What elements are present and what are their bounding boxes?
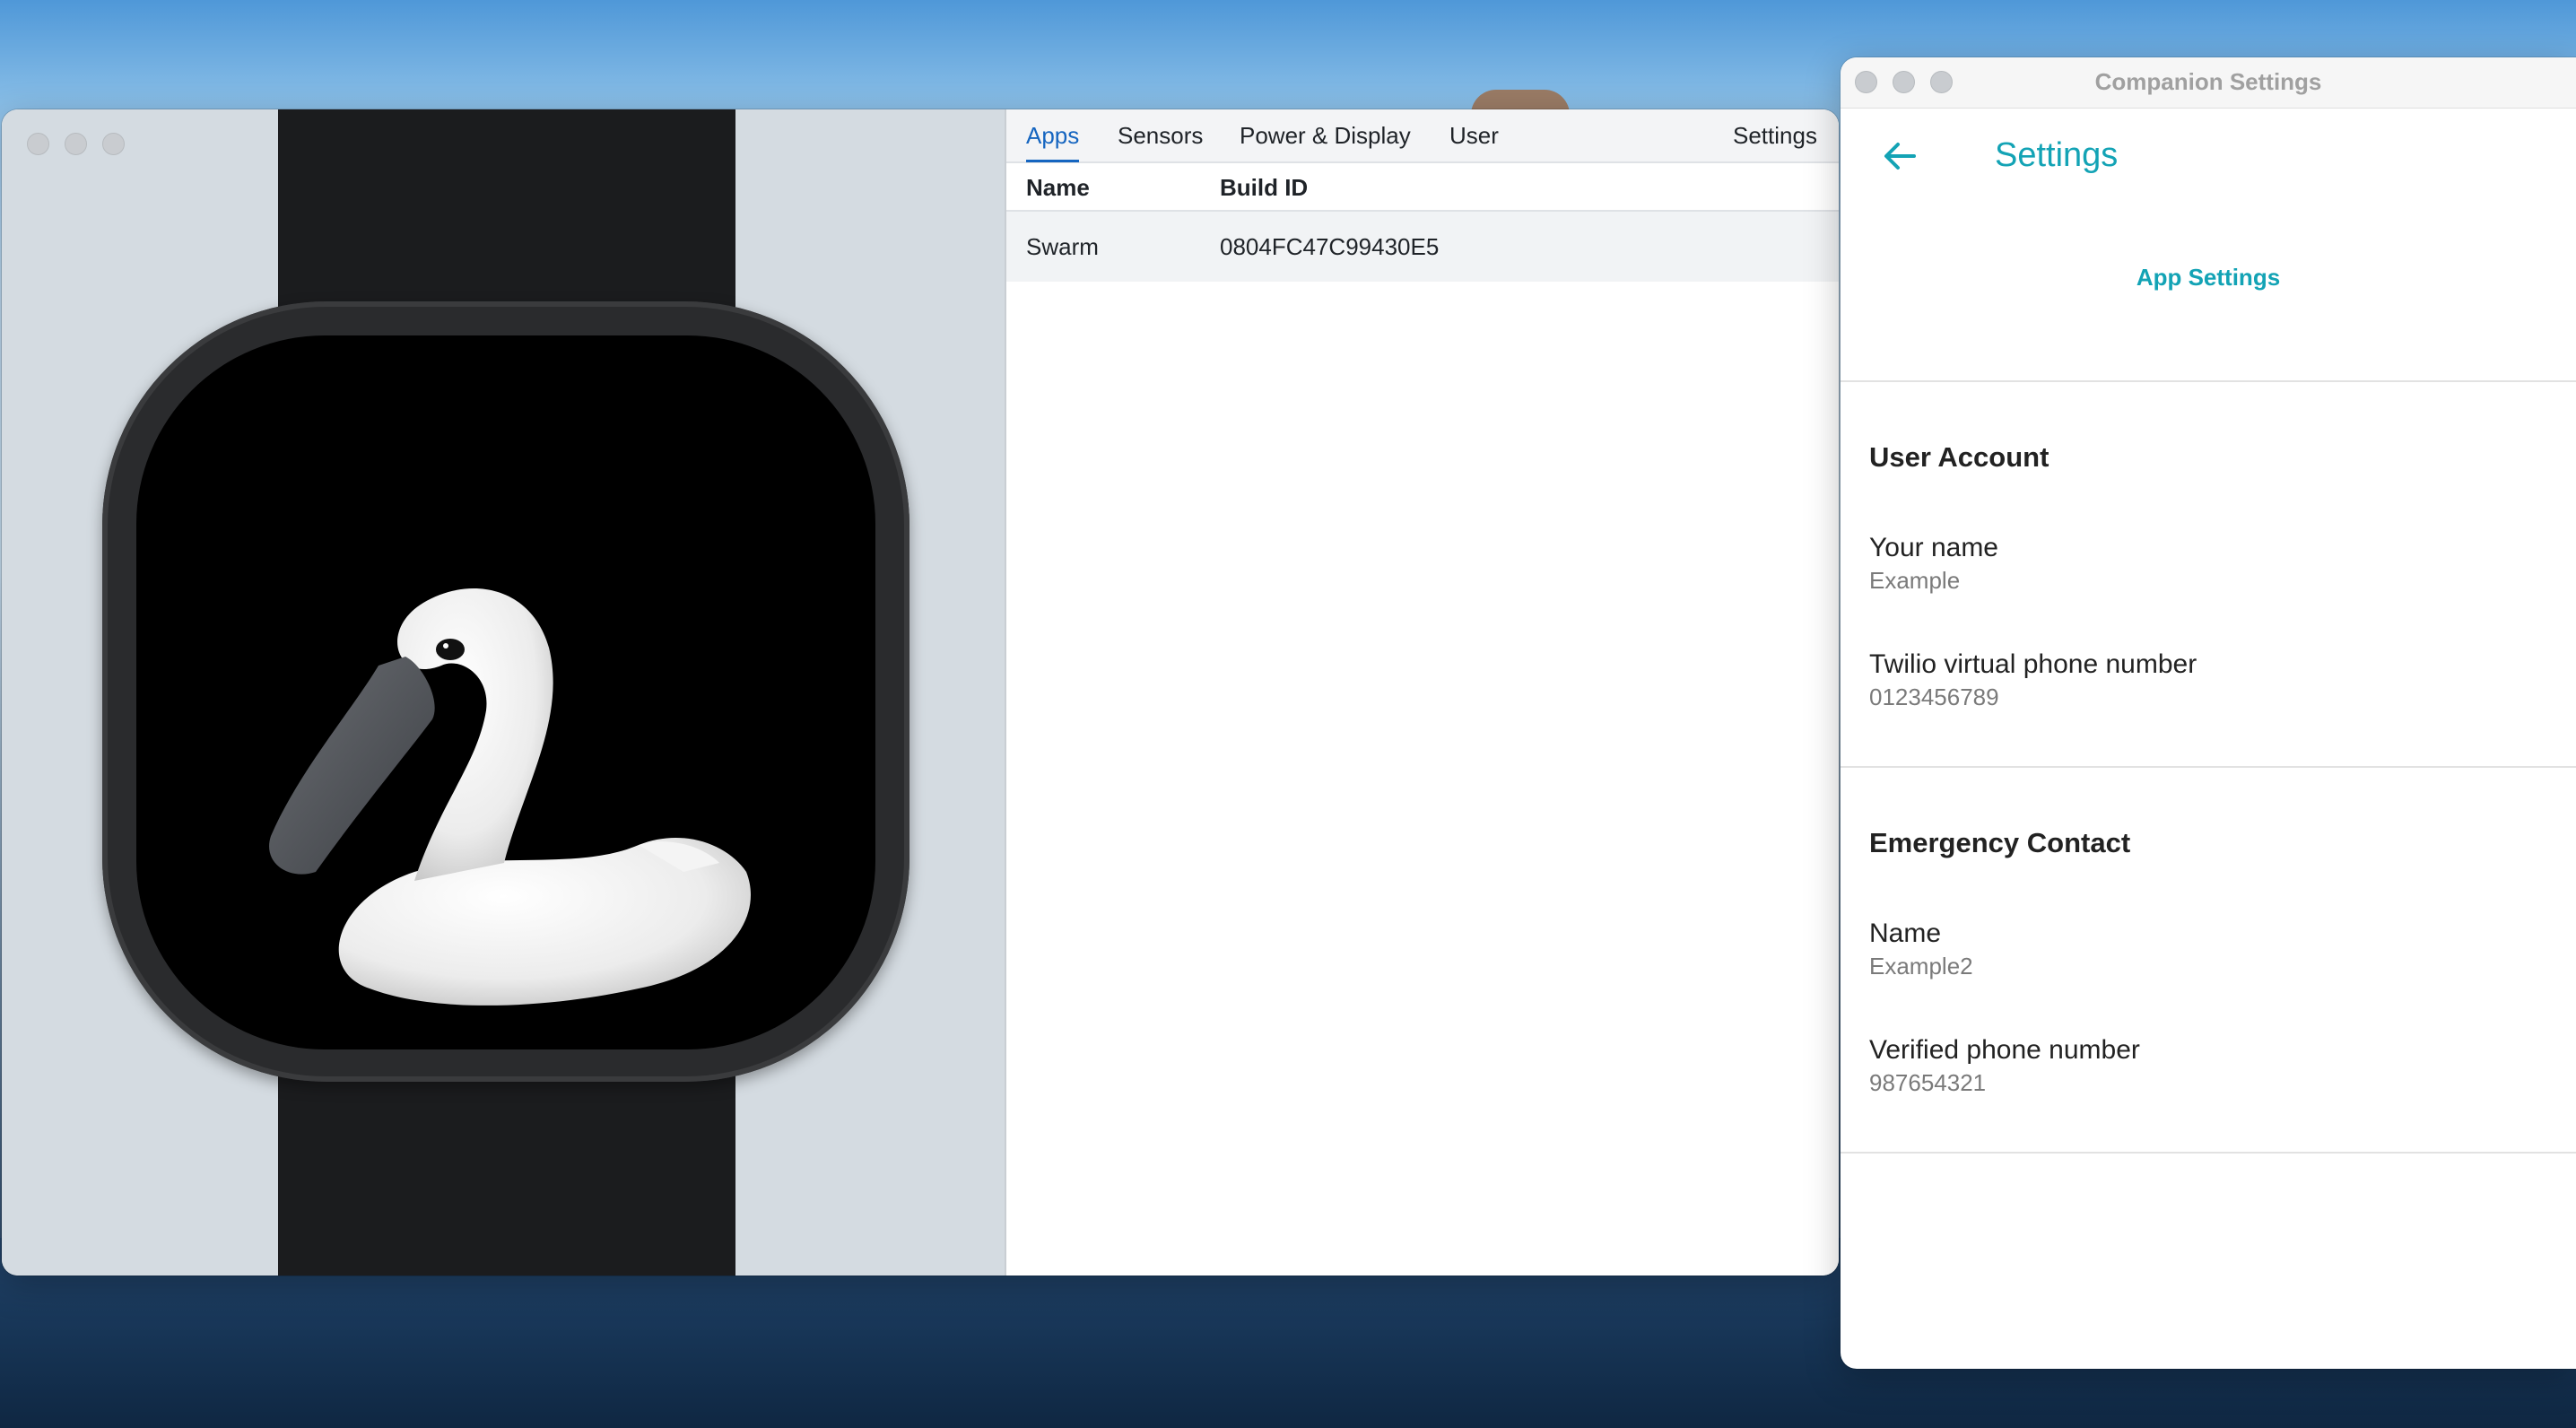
section-title-emergency-contact: Emergency Contact bbox=[1869, 827, 2131, 858]
companion-settings-window: Companion Settings Settings App Settings… bbox=[1841, 57, 2576, 1369]
zoom-button[interactable] bbox=[102, 133, 125, 155]
divider bbox=[1841, 766, 2576, 768]
simulator-window: Apps Sensors Power & Display User Settin… bbox=[2, 109, 1839, 1276]
column-header-name[interactable]: Name bbox=[1026, 174, 1090, 202]
tab-user[interactable]: User bbox=[1449, 122, 1499, 150]
divider bbox=[1841, 1152, 2576, 1154]
setting-label: Twilio virtual phone number bbox=[1869, 649, 2197, 679]
app-name-cell: Swarm bbox=[1026, 233, 1099, 260]
companion-titlebar: Companion Settings bbox=[1841, 57, 2576, 109]
table-row[interactable]: Swarm 0804FC47C99430E5 bbox=[1006, 212, 1839, 282]
setting-label: Name bbox=[1869, 919, 1942, 948]
divider bbox=[1841, 380, 2576, 382]
setting-your-name[interactable]: Your name Example bbox=[1869, 533, 2533, 595]
tab-sensors[interactable]: Sensors bbox=[1118, 122, 1203, 150]
setting-label: Verified phone number bbox=[1869, 1035, 2140, 1065]
tab-settings[interactable]: Settings bbox=[1733, 122, 1817, 150]
minimize-button[interactable] bbox=[65, 133, 87, 155]
setting-value: Example bbox=[1869, 567, 1961, 594]
setting-twilio-number[interactable]: Twilio virtual phone number 0123456789 bbox=[1869, 649, 2533, 711]
tab-power-display[interactable]: Power & Display bbox=[1240, 122, 1411, 150]
window-controls bbox=[27, 133, 125, 155]
tab-bar: Apps Sensors Power & Display User Settin… bbox=[1006, 109, 1839, 163]
column-header-build-id[interactable]: Build ID bbox=[1220, 174, 1308, 202]
setting-verified-phone[interactable]: Verified phone number 987654321 bbox=[1869, 1035, 2533, 1097]
companion-window-title: Companion Settings bbox=[2094, 68, 2322, 95]
tab-apps[interactable]: Apps bbox=[1026, 122, 1080, 162]
setting-label: Your name bbox=[1869, 533, 1998, 562]
section-title-user-account: User Account bbox=[1869, 441, 2049, 473]
setting-contact-name[interactable]: Name Example2 bbox=[1869, 919, 2533, 980]
build-id-cell: 0804FC47C99430E5 bbox=[1220, 233, 1440, 260]
app-pane: Apps Sensors Power & Display User Settin… bbox=[1006, 109, 1839, 1276]
setting-value: 987654321 bbox=[1869, 1069, 1987, 1096]
page-title: Settings bbox=[1995, 136, 2119, 174]
device-pane bbox=[2, 109, 1006, 1276]
close-button[interactable] bbox=[27, 133, 49, 155]
back-arrow-icon[interactable] bbox=[1880, 136, 1919, 176]
setting-value: Example2 bbox=[1869, 953, 1973, 980]
swan-image bbox=[269, 588, 751, 1006]
setting-value: 0123456789 bbox=[1869, 684, 1999, 710]
app-settings-link[interactable]: App Settings bbox=[1841, 264, 2576, 292]
